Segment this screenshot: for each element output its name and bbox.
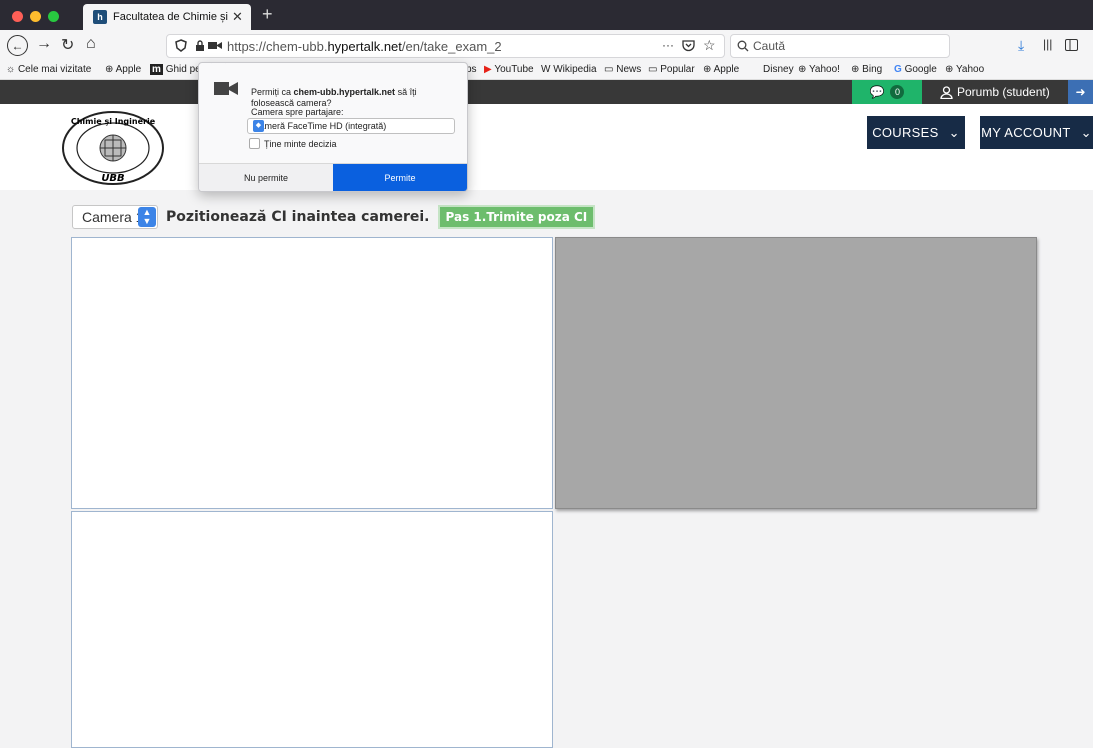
- close-window-button[interactable]: [12, 11, 23, 22]
- minimize-window-button[interactable]: [30, 11, 41, 22]
- svg-text:Chimie şi Inginerie: Chimie şi Inginerie: [71, 117, 156, 126]
- new-tab-button[interactable]: +: [262, 4, 273, 25]
- exam-controls: Camera 1 ▲ ▼ Pozitionează CI inaintea cam…: [72, 205, 596, 229]
- camera-select[interactable]: Camera 1 ▲ ▼: [72, 205, 158, 229]
- close-tab-icon[interactable]: ✕: [232, 9, 243, 25]
- camera-device-select[interactable]: Cameră FaceTime HD (integrată) ◆: [247, 118, 455, 134]
- reload-button[interactable]: ↻: [61, 35, 74, 55]
- sidebar-toggle-icon[interactable]: [1065, 39, 1078, 51]
- home-button[interactable]: ⌂: [86, 35, 96, 53]
- remember-checkbox[interactable]: [249, 138, 260, 149]
- ghid-favicon-icon: m: [150, 64, 163, 75]
- bookmark-popular[interactable]: ▭ Popular: [648, 64, 695, 75]
- chevron-down-icon: ⌄: [948, 124, 960, 140]
- tracking-shield-icon[interactable]: [175, 39, 187, 52]
- page-actions-menu-icon[interactable]: ···: [662, 38, 674, 52]
- bookmark-youtube[interactable]: ▶ YouTube: [484, 64, 534, 75]
- bookmark-google[interactable]: G Google: [894, 64, 937, 75]
- zoom-window-button[interactable]: [48, 11, 59, 22]
- site-header: Chimie şi Inginerie UBB COURSES ⌄ MY ACC…: [0, 104, 1093, 190]
- browser-tab-bar: h Facultatea de Chimie și Ingineri ✕ +: [0, 0, 1093, 30]
- chevron-down-icon: ⌄: [1080, 124, 1092, 140]
- messages-button[interactable]: 💬 0: [852, 80, 922, 104]
- message-count-badge: 0: [890, 85, 905, 99]
- svg-text:UBB: UBB: [101, 173, 124, 184]
- library-icon[interactable]: |||: [1043, 37, 1052, 51]
- bookmark-most-visited[interactable]: ☼ Cele mai vizitate: [6, 64, 91, 75]
- chat-icon: 💬: [869, 85, 885, 99]
- my-account-label: MY ACCOUNT: [981, 125, 1071, 140]
- bookmark-disney[interactable]: Disney: [763, 64, 794, 75]
- bookmark-yahoo[interactable]: ⊕ Yahoo!: [798, 64, 840, 75]
- youtube-icon: ▶: [484, 64, 492, 75]
- courses-dropdown[interactable]: COURSES ⌄: [867, 116, 965, 149]
- user-menu[interactable]: Porumb (student): [940, 80, 1060, 104]
- bookmarks-bar: ☼ Cele mai vizitate ⊕ Apple m Ghid per p…: [0, 61, 1093, 80]
- camera-share-label: Camera spre partajare:: [251, 107, 344, 117]
- popup-buttons: Nu permite Permite: [199, 163, 467, 191]
- user-icon: [940, 85, 953, 99]
- select-arrows-icon: ◆: [253, 120, 264, 132]
- courses-label: COURSES: [872, 125, 939, 140]
- video-panel-placeholder: [555, 237, 1037, 509]
- browser-toolbar: ← → ↻ ⌂ https://chem-ubb.hypertalk.net/e…: [0, 30, 1093, 61]
- search-placeholder: Caută: [753, 39, 786, 53]
- url-text: https://chem-ubb.hypertalk.net/en/take_e…: [227, 39, 502, 54]
- camera-permission-popup: Permiți ca chem-ubb.hypertalk.net să îți…: [198, 62, 468, 192]
- my-account-dropdown[interactable]: MY ACCOUNT ⌄: [980, 116, 1093, 149]
- video-panel-camera: [71, 237, 553, 509]
- lock-icon[interactable]: [195, 40, 205, 52]
- pocket-icon[interactable]: [682, 39, 695, 52]
- logout-button[interactable]: ➜: [1068, 80, 1093, 104]
- address-bar[interactable]: https://chem-ubb.hypertalk.net/en/take_e…: [166, 34, 725, 58]
- send-id-photo-button[interactable]: Pas 1.Trimite poza CI: [437, 205, 596, 229]
- popup-arrow: [210, 63, 227, 71]
- browser-tab-active[interactable]: h Facultatea de Chimie și Ingineri ✕: [83, 4, 251, 30]
- camera-select-value: Camera 1: [82, 209, 144, 225]
- remember-decision[interactable]: Ține minte decizia: [249, 138, 337, 149]
- google-icon: G: [894, 64, 902, 75]
- site-top-strip: 💬 0 Porumb (student) ➜: [0, 80, 1093, 104]
- bookmark-apple-2[interactable]: ⊕ Apple: [703, 64, 739, 75]
- folder-icon: ▭: [604, 64, 614, 75]
- deny-button[interactable]: Nu permite: [199, 164, 333, 191]
- remember-label: Ține minte decizia: [264, 138, 337, 149]
- instruction-text: Pozitionează CI inaintea camerei.: [166, 209, 430, 225]
- logout-icon: ➜: [1075, 85, 1086, 99]
- permission-message: Permiți ca chem-ubb.hypertalk.net să îți…: [251, 87, 417, 108]
- camera-device-value: Cameră FaceTime HD (integrată): [253, 121, 387, 131]
- user-name: Porumb (student): [957, 85, 1050, 99]
- bookmark-wikipedia[interactable]: W Wikipedia: [541, 64, 597, 75]
- bookmark-apple[interactable]: ⊕ Apple: [105, 64, 141, 75]
- bookmark-yahoo-2[interactable]: ⊕ Yahoo: [945, 64, 984, 75]
- camera-permission-icon[interactable]: [208, 41, 222, 50]
- bookmark-ghid[interactable]: m Ghid per: [150, 64, 204, 75]
- bookmark-bing[interactable]: ⊕ Bing: [851, 64, 882, 75]
- site-favicon-icon: h: [93, 10, 107, 24]
- search-bar[interactable]: Caută: [730, 34, 950, 58]
- allow-button[interactable]: Permite: [333, 164, 467, 191]
- search-icon: [737, 40, 749, 52]
- back-button[interactable]: ←: [7, 35, 28, 56]
- bookmark-news[interactable]: ▭ News: [604, 64, 641, 75]
- faculty-logo[interactable]: Chimie şi Inginerie UBB: [60, 110, 166, 186]
- bookmark-star-icon[interactable]: ☆: [703, 37, 716, 54]
- camera-icon: [214, 82, 238, 95]
- tab-title: Facultatea de Chimie și Ingineri: [113, 11, 228, 23]
- video-panel-third: [71, 511, 553, 748]
- downloads-icon[interactable]: ⤓: [1018, 37, 1024, 54]
- folder-icon: ▭: [648, 64, 658, 75]
- select-arrows-icon: ▲ ▼: [138, 207, 156, 227]
- forward-button[interactable]: →: [36, 35, 52, 53]
